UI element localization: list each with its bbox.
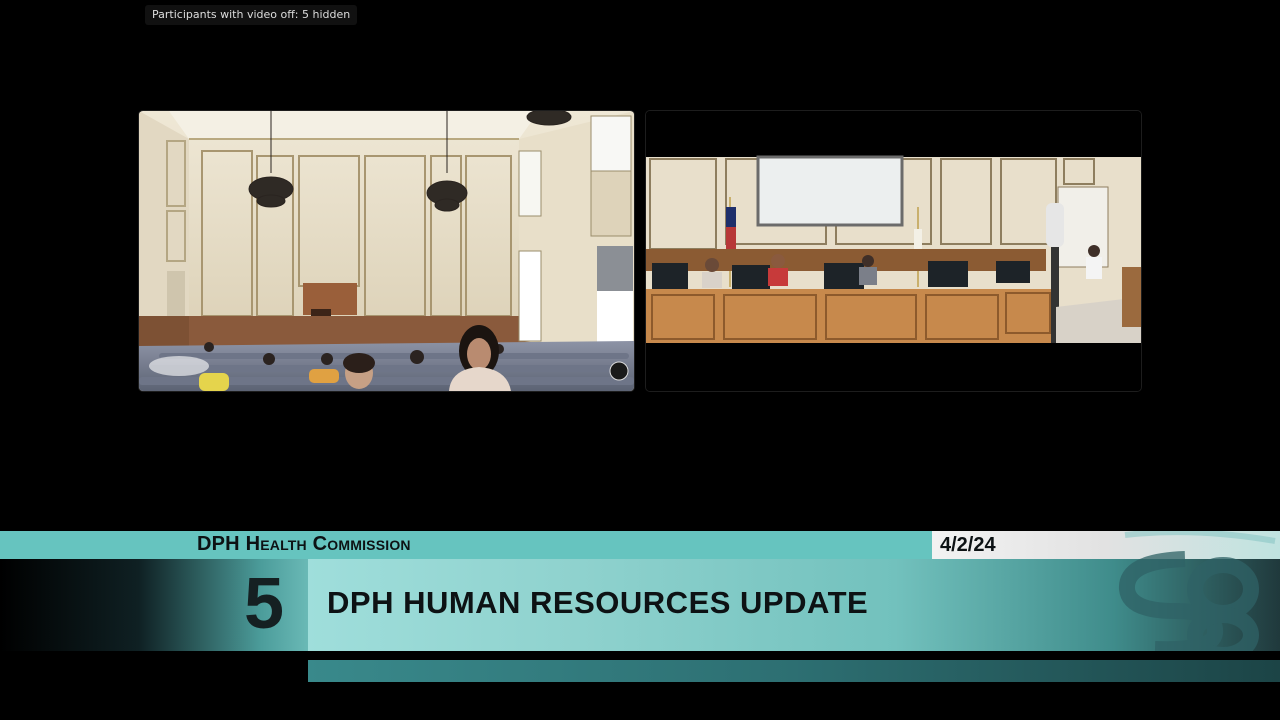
audience-video-frame — [139, 111, 634, 391]
video-tile-dais[interactable] — [645, 110, 1142, 392]
agenda-item-number: 5 — [244, 564, 285, 644]
agenda-item-title: DPH HUMAN RESOURCES UPDATE — [327, 585, 869, 620]
meeting-date: 4/2/24 — [940, 534, 996, 556]
sfgov-logo-icon — [1119, 531, 1276, 651]
organization-title: DPH Health Commission — [197, 533, 411, 555]
dais-video-frame — [646, 111, 1141, 391]
lower-third-under-bar — [308, 660, 1280, 682]
hidden-participants-label: Participants with video off: 5 hidden — [145, 5, 358, 25]
video-tile-audience[interactable] — [138, 110, 635, 392]
